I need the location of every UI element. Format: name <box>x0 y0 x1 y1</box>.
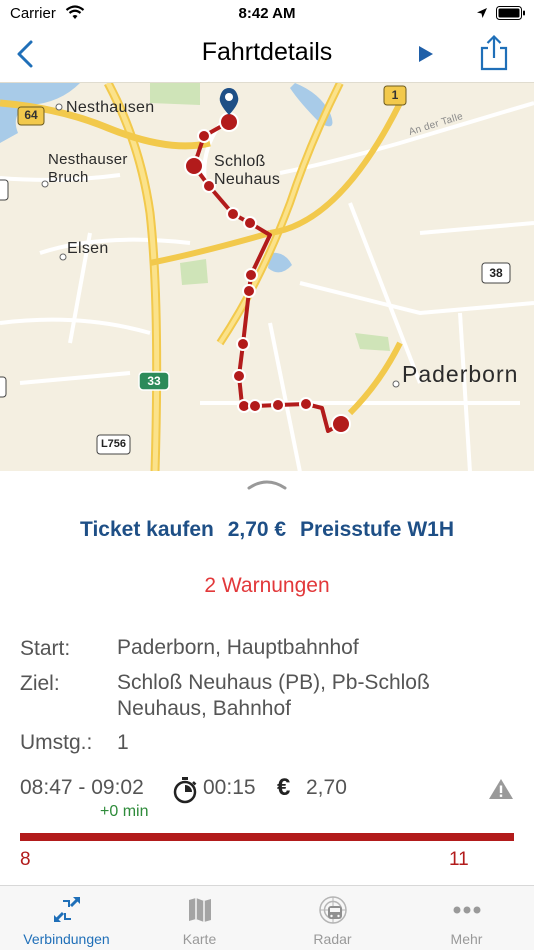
map-canvas <box>0 83 534 471</box>
place-label: Nesthauser <box>48 151 128 168</box>
road-badge-label: 1 <box>391 88 399 102</box>
buy-ticket-button[interactable]: Ticket kaufen 2,70 € Preisstufe W1H <box>0 518 534 542</box>
place-label: Schloß <box>214 153 266 170</box>
delay-badge: +0 min <box>100 803 149 820</box>
battery-icon <box>496 6 525 20</box>
start-value: Paderborn, Hauptbahnhof <box>117 636 359 659</box>
warnings-link[interactable]: 2 Warnungen <box>0 574 534 598</box>
destination-label: Ziel: <box>20 672 60 695</box>
place-label: Bruch <box>48 169 89 186</box>
tab-radar[interactable]: Radar <box>266 886 399 950</box>
euro-icon: € <box>277 774 291 801</box>
transfers-value: 1 <box>117 731 129 754</box>
radar-icon <box>318 896 347 924</box>
more-icon <box>453 906 480 914</box>
share-icon[interactable] <box>478 34 510 72</box>
park <box>355 333 390 351</box>
road-badge-label: 33 <box>147 374 161 388</box>
trip-details-sheet: Ticket kaufen 2,70 € Preisstufe W1H 2 Wa… <box>0 471 534 885</box>
place-label: Nesthausen <box>66 99 155 116</box>
map-icon <box>188 898 211 922</box>
clock: 8:42 AM <box>238 5 296 22</box>
line-end-number: 11 <box>449 849 469 870</box>
road-badge-label: 38 <box>489 266 503 280</box>
tab-label: Radar <box>313 931 352 947</box>
status-bar: Carrier 8:42 AM <box>0 0 534 28</box>
place-label: Elsen <box>67 240 109 257</box>
ticket-tariff: Preisstufe W1H <box>299 518 454 541</box>
trip-times: 08:47 - 09:02 <box>20 776 144 799</box>
warning-triangle-icon[interactable] <box>488 777 514 801</box>
city-label: Paderborn <box>402 361 519 387</box>
play-icon[interactable] <box>414 41 438 67</box>
destination-pin-icon <box>219 88 239 115</box>
ticket-label: Ticket kaufen <box>80 518 214 541</box>
tab-mehr[interactable]: Mehr <box>400 886 533 950</box>
page-title: Fahrtdetails <box>201 38 333 66</box>
tab-karte[interactable]: Karte <box>133 886 266 950</box>
destination-value: Schloß Neuhaus (PB), Pb-Schloß Neuhaus, … <box>117 671 430 720</box>
stopwatch-icon <box>173 777 197 804</box>
location-arrow-icon <box>477 8 487 18</box>
clipped-badge <box>0 179 9 201</box>
transfers-label: Umstg.: <box>20 731 93 754</box>
park <box>150 83 200 105</box>
ticket-price: 2,70 € <box>227 518 287 541</box>
tab-bar: Verbindungen Karte Radar Mehr <box>0 885 534 950</box>
tab-label: Verbindungen <box>23 931 110 947</box>
line-progress-bar <box>20 833 514 841</box>
line-start-number: 8 <box>20 849 31 870</box>
trip-duration: 00:15 <box>203 776 256 799</box>
clipped-badge <box>0 376 7 398</box>
road-badge-label: 64 <box>24 108 38 122</box>
sheet-handle-icon[interactable] <box>246 477 288 491</box>
connections-icon <box>53 896 80 923</box>
road-badge-label: L756 <box>100 438 127 450</box>
tab-verbindungen[interactable]: Verbindungen <box>0 886 133 950</box>
route-map[interactable]: Nesthausen Nesthauser Bruch Schloß Neuha… <box>0 82 534 471</box>
start-label: Start: <box>20 637 71 660</box>
tab-label: Karte <box>182 931 217 947</box>
park <box>180 259 208 285</box>
place-label: Neuhaus <box>214 171 281 188</box>
tab-label: Mehr <box>450 931 483 947</box>
trip-price: 2,70 <box>306 776 347 799</box>
navigation-bar: Fahrtdetails <box>0 28 534 82</box>
